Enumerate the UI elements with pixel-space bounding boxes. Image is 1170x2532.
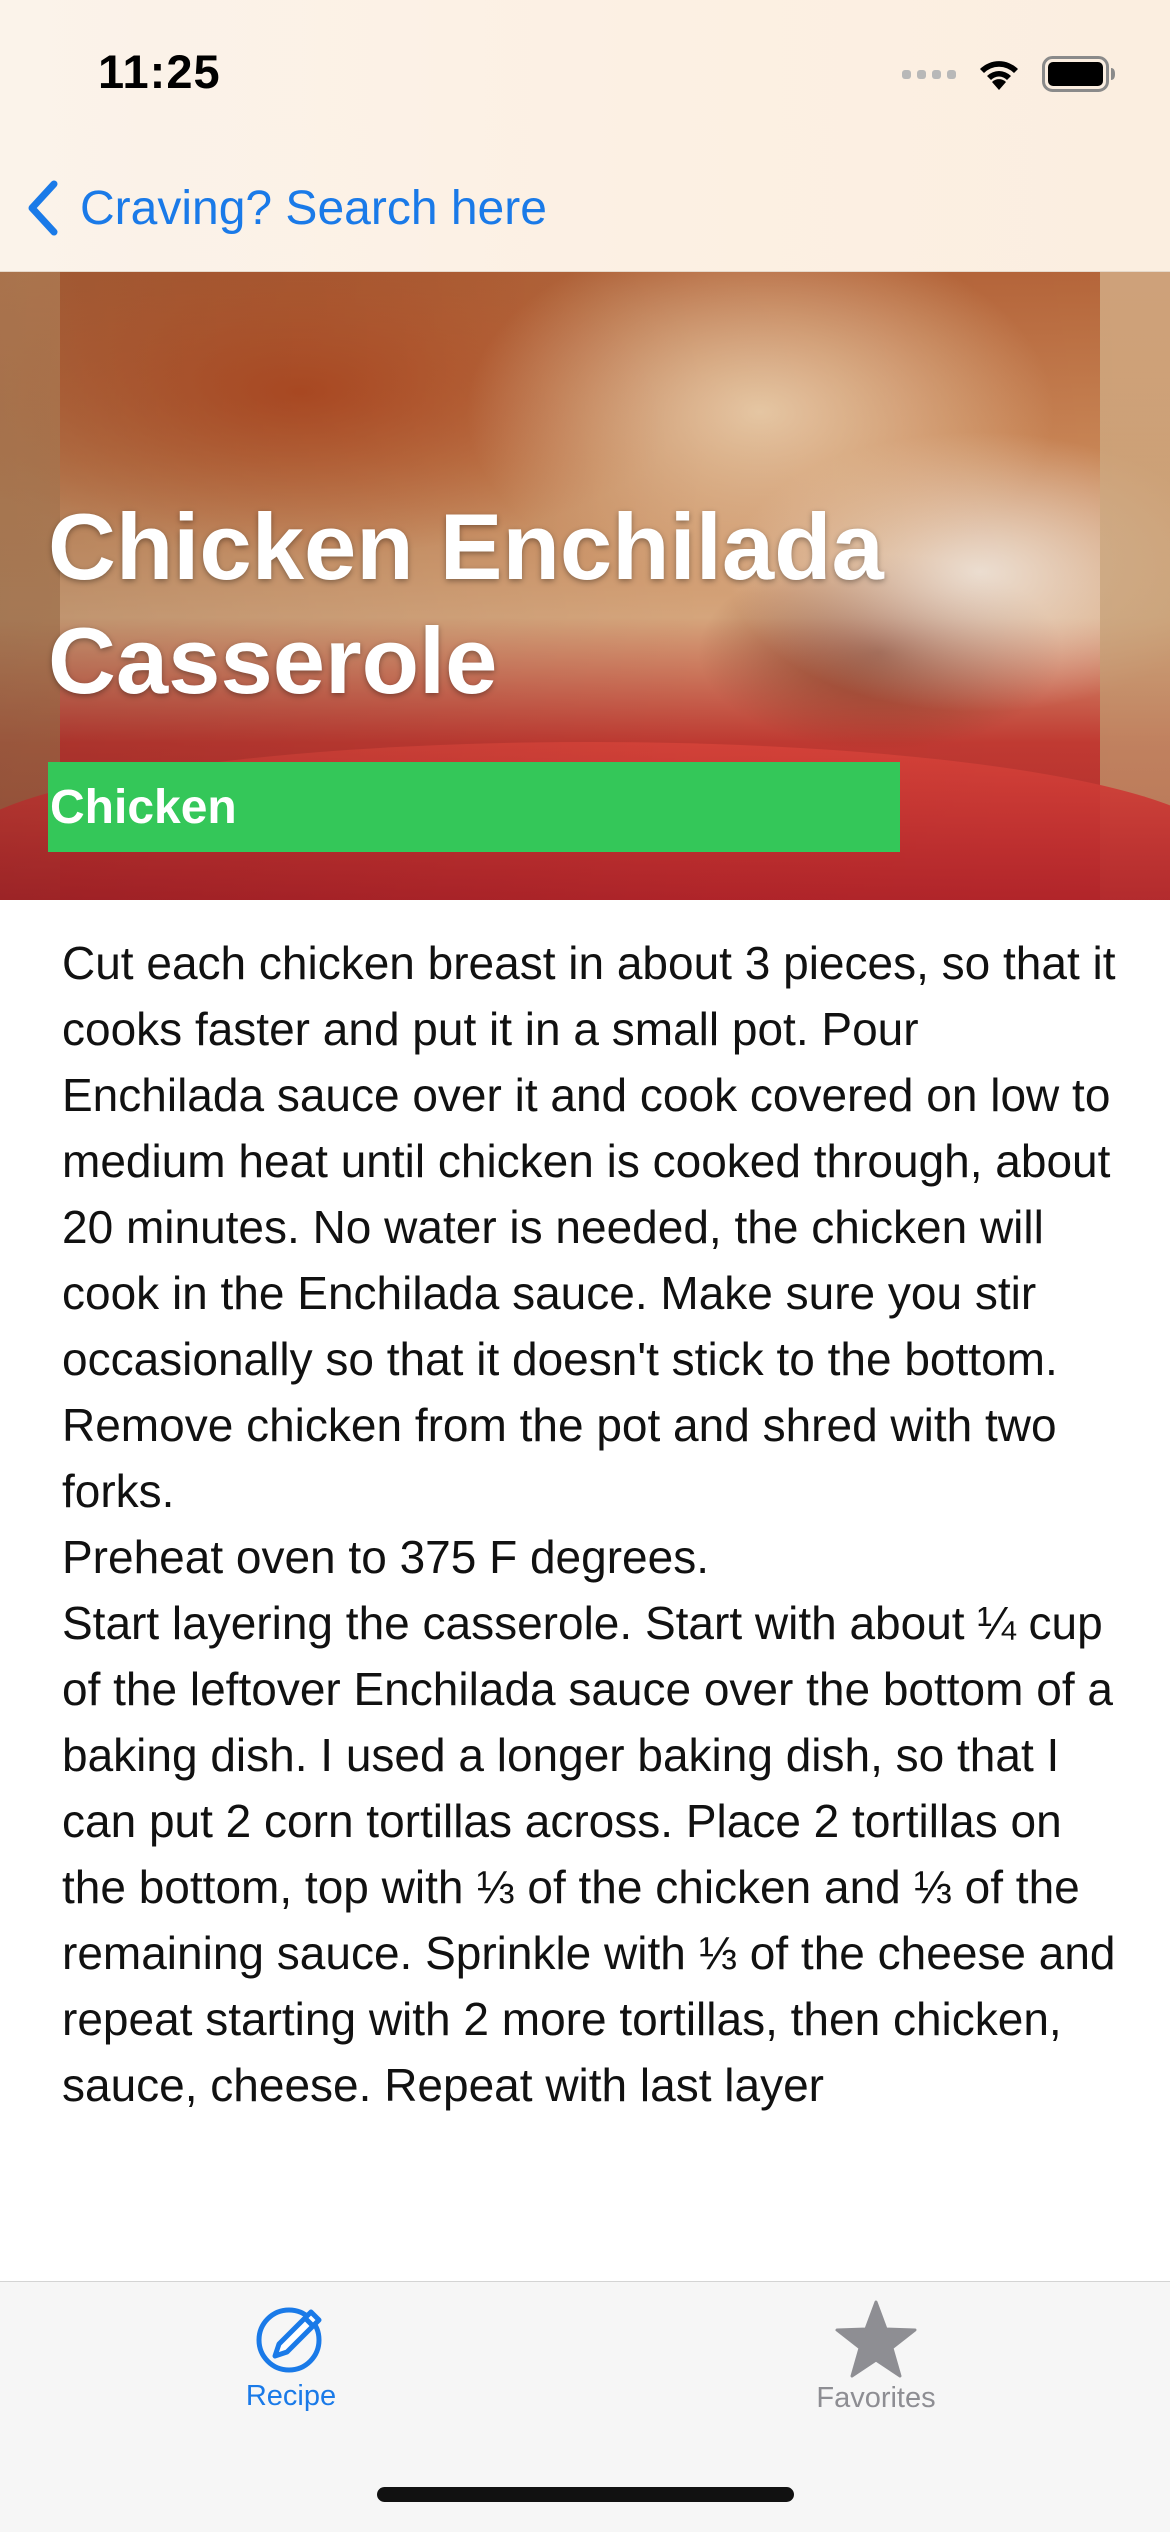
category-label: Chicken (50, 780, 237, 834)
back-button[interactable]: Craving? Search here (24, 168, 547, 248)
instruction-paragraph: Cut each chicken breast in about 3 piece… (62, 937, 1116, 1385)
recipe-instructions: Cut each chicken breast in about 3 piece… (62, 930, 1122, 2282)
cellular-signal-icon (902, 69, 956, 79)
tab-recipe-label: Recipe (245, 2380, 337, 2412)
wifi-icon (976, 57, 1022, 91)
navigation-header: 11:25 Craving? Search here (0, 0, 1170, 272)
category-badge: Chicken (48, 762, 900, 852)
home-indicator[interactable] (377, 2487, 794, 2502)
status-time: 11:25 (98, 45, 221, 98)
chevron-left-icon (24, 178, 60, 238)
instruction-paragraph: Start layering the casserole. Start with… (62, 1597, 1116, 2111)
star-icon (834, 2300, 918, 2378)
tab-recipe[interactable]: Recipe (161, 2300, 421, 2440)
recipe-title: Chicken Enchilada Casserole (48, 494, 884, 713)
recipe-detail-screen: 11:25 Craving? Search here Chicken Enchi… (0, 0, 1170, 2532)
back-button-label: Craving? Search here (80, 181, 547, 235)
battery-icon (1042, 56, 1116, 92)
recipe-hero-image: Chicken Enchilada Casserole Chicken (0, 272, 1170, 900)
instruction-paragraph: Remove chicken from the pot and shred wi… (62, 1399, 1057, 1517)
compass-pen-icon (253, 2300, 329, 2376)
status-icons (902, 52, 1116, 96)
tab-favorites[interactable]: Favorites (746, 2300, 1006, 2440)
tab-favorites-label: Favorites (816, 2382, 936, 2414)
instruction-paragraph: Preheat oven to 375 F degrees. (62, 1531, 709, 1583)
